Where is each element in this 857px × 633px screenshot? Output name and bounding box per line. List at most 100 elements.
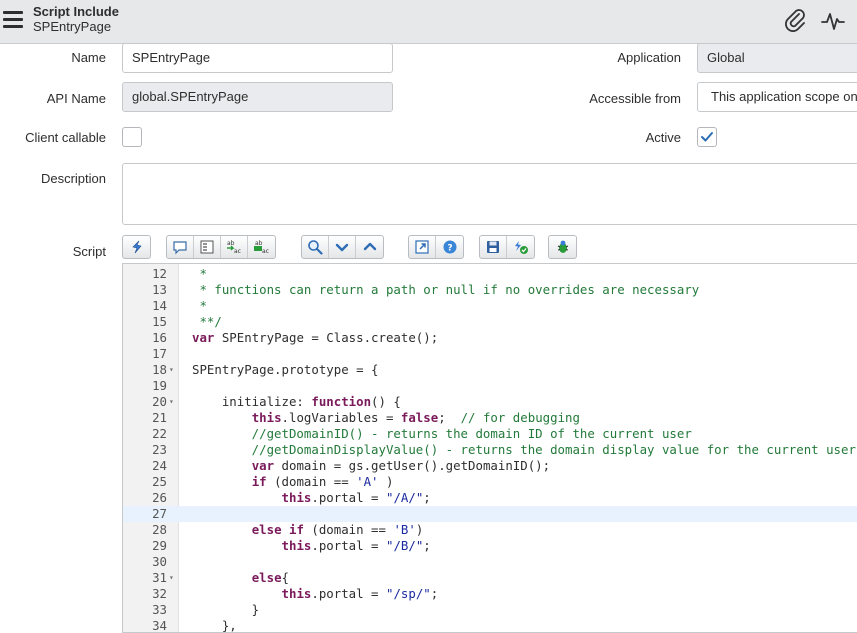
svg-text:?: ? [447,244,452,254]
uncomment-icon[interactable] [194,236,221,258]
code-line[interactable]: 29 this.portal = "/B/"; [123,538,857,554]
application-label: Application [617,50,681,65]
line-number: 19 [152,378,167,393]
name-field[interactable]: SPEntryPage [122,43,393,73]
svg-text:ac: ac [262,248,269,255]
code-line[interactable]: 24 var domain = gs.getUser().getDomainID… [123,458,857,474]
client-callable-label: Client callable [25,130,106,145]
code-text: * functions can return a path or null if… [192,282,700,297]
line-number: 28 [152,522,167,537]
active-label: Active [645,130,681,145]
code-line[interactable]: 32 this.portal = "/sp/"; [123,586,857,602]
code-text: //getDomainID() - returns the domain ID … [192,426,692,441]
api-name-field: global.SPEntryPage [122,82,393,112]
script-debugger-icon[interactable] [549,236,576,258]
checkmark-icon [701,132,713,142]
code-text: SPEntryPage.prototype = { [192,362,379,377]
code-line[interactable]: 18 ▾ SPEntryPage.prototype = { [123,362,857,378]
fold-toggle-icon[interactable]: ▾ [169,570,174,586]
code-line[interactable]: 17 [123,346,857,362]
comment-icon[interactable] [167,236,194,258]
code-text: initialize: function() { [192,394,401,409]
code-line[interactable]: 26 this.portal = "/A/"; [123,490,857,506]
code-line[interactable]: 33 } [123,602,857,618]
line-number: 16 [152,330,167,345]
code-line[interactable]: 25 if (domain == 'A' ) [123,474,857,490]
line-number: 17 [152,346,167,361]
code-line[interactable]: 23 //getDomainDisplayValue() - returns t… [123,442,857,458]
hamburger-menu-icon[interactable] [3,11,23,29]
fold-toggle-icon[interactable]: ▾ [169,394,174,410]
code-text: else{ [251,570,289,585]
fullscreen-icon[interactable] [409,236,436,258]
help-icon[interactable]: ? [436,236,463,258]
code-text: var domain = gs.getUser().getDomainID(); [251,458,551,473]
replace-all-icon[interactable]: ab ac [248,236,275,258]
paperclip-icon[interactable] [783,9,809,33]
line-number: 21 [152,410,167,425]
description-label: Description [40,171,106,186]
code-text: else if (domain == 'B') [251,522,424,537]
script-editor[interactable]: 12 * 13 * functions can return a path or … [122,263,857,633]
line-number: 27 [152,506,167,521]
code-text: this.logVariables = false; // for debugg… [251,410,580,425]
format-code-icon[interactable] [123,236,150,258]
line-number: 32 [152,586,167,601]
active-checkbox[interactable] [697,127,717,147]
syntax-check-icon[interactable] [507,236,534,258]
name-label: Name [71,50,106,65]
find-next-icon[interactable] [329,236,356,258]
activity-icon[interactable] [820,9,846,33]
form-header: Script Include SPEntryPage [0,0,857,44]
code-line[interactable]: 19 [123,378,857,394]
code-line[interactable]: 28 else if (domain == 'B') [123,522,857,538]
accessible-from-select[interactable]: This application scope only [697,82,857,112]
client-callable-checkbox[interactable] [122,127,142,147]
code-text: var SPEntryPage = Class.create(); [192,330,439,345]
line-number: 25 [152,474,167,489]
code-line[interactable]: 14 * [123,298,857,314]
line-number: 26 [152,490,167,505]
toolbar-group-edit: ab ac ab ac [166,235,276,259]
line-number: 23 [152,442,167,457]
code-text: **/ [192,314,222,329]
line-number: 29 [152,538,167,553]
record-name: SPEntryPage [33,19,112,34]
code-line[interactable]: 31 ▾ else{ [123,570,857,586]
code-text: * [192,298,207,313]
description-field[interactable] [122,163,857,225]
code-line[interactable]: 20 ▾ initialize: function() { [123,394,857,410]
line-number: 12 [152,266,167,281]
form-title: Script Include [33,4,119,19]
code-line[interactable]: 16 var SPEntryPage = Class.create(); [123,330,857,346]
code-line[interactable]: 30 [123,554,857,570]
save-icon[interactable] [480,236,507,258]
fold-toggle-icon[interactable]: ▾ [169,362,174,378]
line-number: 18 [152,362,167,377]
code-line[interactable]: 15 **/ [123,314,857,330]
line-number: 31 [152,570,167,585]
line-number: 15 [152,314,167,329]
search-icon[interactable] [302,236,329,258]
replace-icon[interactable]: ab ac [221,236,248,258]
code-line[interactable]: 22 //getDomainID() - returns the domain … [123,426,857,442]
code-line[interactable]: 27 [123,506,857,522]
find-previous-icon[interactable] [356,236,383,258]
toolbar-group-save [479,235,535,259]
svg-text:ab: ab [255,240,263,247]
line-number: 22 [152,426,167,441]
code-line[interactable]: 13 * functions can return a path or null… [123,282,857,298]
code-line[interactable]: 12 * [123,266,857,282]
code-text: this.portal = "/B/"; [281,538,431,553]
toolbar-group-view: ? [408,235,464,259]
toolbar-group-search [301,235,384,259]
code-text: this.portal = "/A/"; [281,490,431,505]
accessible-from-label: Accessible from [589,91,681,106]
code-line[interactable]: 21 this.logVariables = false; // for deb… [123,410,857,426]
line-number: 13 [152,282,167,297]
code-line[interactable]: 34 }, [123,618,857,632]
toolbar-group-format [122,235,151,259]
code-text: * [192,266,207,281]
toolbar-group-debug [548,235,577,259]
script-label: Script [72,244,106,259]
